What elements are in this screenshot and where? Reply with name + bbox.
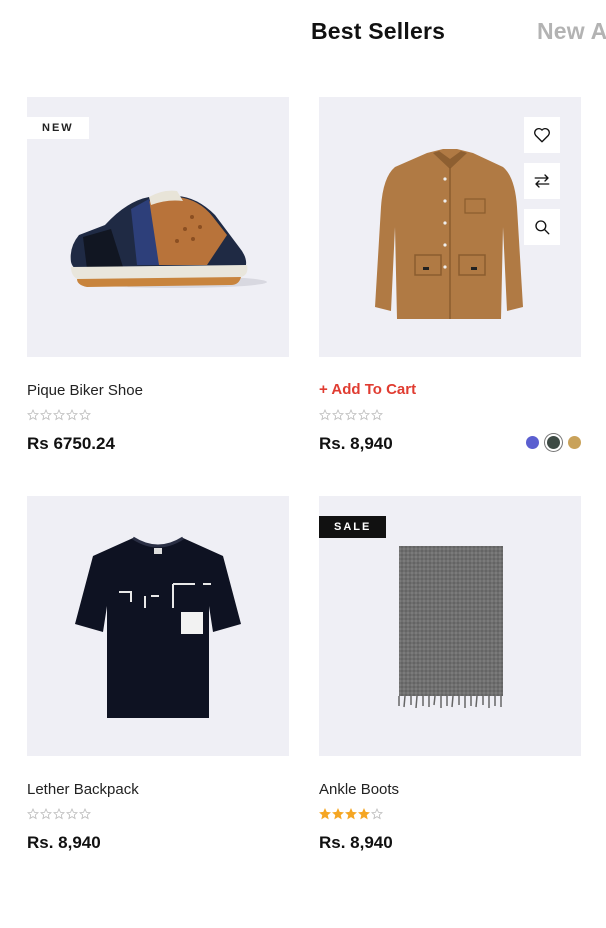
quick-actions <box>524 117 560 255</box>
tab-new-arrivals[interactable]: New A <box>537 18 606 45</box>
rating-stars <box>319 808 383 822</box>
star-empty-icon <box>319 409 331 421</box>
color-swatch[interactable] <box>547 436 560 449</box>
product-title[interactable]: Lether Backpack <box>27 781 139 798</box>
quick-view-button[interactable] <box>524 209 560 245</box>
rating-stars <box>319 409 383 423</box>
rating-stars <box>27 409 91 423</box>
star-filled-icon <box>319 808 331 820</box>
product-price: Rs. 8,940 <box>319 833 393 852</box>
compare-icon <box>534 174 550 188</box>
star-empty-icon <box>40 808 52 820</box>
search-icon <box>535 220 550 235</box>
compare-button[interactable] <box>524 163 560 199</box>
tab-best-sellers[interactable]: Best Sellers <box>311 18 445 45</box>
color-swatch[interactable] <box>526 436 539 449</box>
star-filled-icon <box>332 808 344 820</box>
star-empty-icon <box>27 409 39 421</box>
black-tshirt-image <box>75 536 241 718</box>
star-empty-icon <box>358 409 370 421</box>
star-empty-icon <box>66 409 78 421</box>
new-badge: NEW <box>27 117 89 139</box>
star-empty-icon <box>371 808 383 820</box>
star-empty-icon <box>332 409 344 421</box>
product-image[interactable] <box>319 97 581 357</box>
wishlist-button[interactable] <box>524 117 560 153</box>
product-price: Rs. 8,940 <box>27 833 101 852</box>
product-title[interactable]: Pique Biker Shoe <box>27 382 143 399</box>
add-to-cart-button[interactable]: + Add To Cart <box>319 381 416 398</box>
category-tabs: Best Sellers New A <box>0 18 606 54</box>
product-image[interactable]: SALE <box>319 496 581 756</box>
star-empty-icon <box>345 409 357 421</box>
heart-icon <box>534 127 550 143</box>
star-empty-icon <box>40 409 52 421</box>
product-image[interactable]: NEW <box>27 97 289 357</box>
star-empty-icon <box>79 808 91 820</box>
star-empty-icon <box>79 409 91 421</box>
star-empty-icon <box>66 808 78 820</box>
product-price: Rs. 8,940 <box>319 434 393 453</box>
product-image[interactable] <box>27 496 289 756</box>
star-empty-icon <box>371 409 383 421</box>
color-swatch[interactable] <box>568 436 581 449</box>
star-empty-icon <box>53 808 65 820</box>
star-filled-icon <box>358 808 370 820</box>
sale-badge: SALE <box>319 516 387 538</box>
product-title[interactable]: Ankle Boots <box>319 781 399 798</box>
rating-stars <box>27 808 91 822</box>
color-swatches <box>526 436 581 449</box>
product-price: Rs 6750.24 <box>27 434 115 453</box>
star-empty-icon <box>27 808 39 820</box>
star-empty-icon <box>53 409 65 421</box>
star-filled-icon <box>345 808 357 820</box>
